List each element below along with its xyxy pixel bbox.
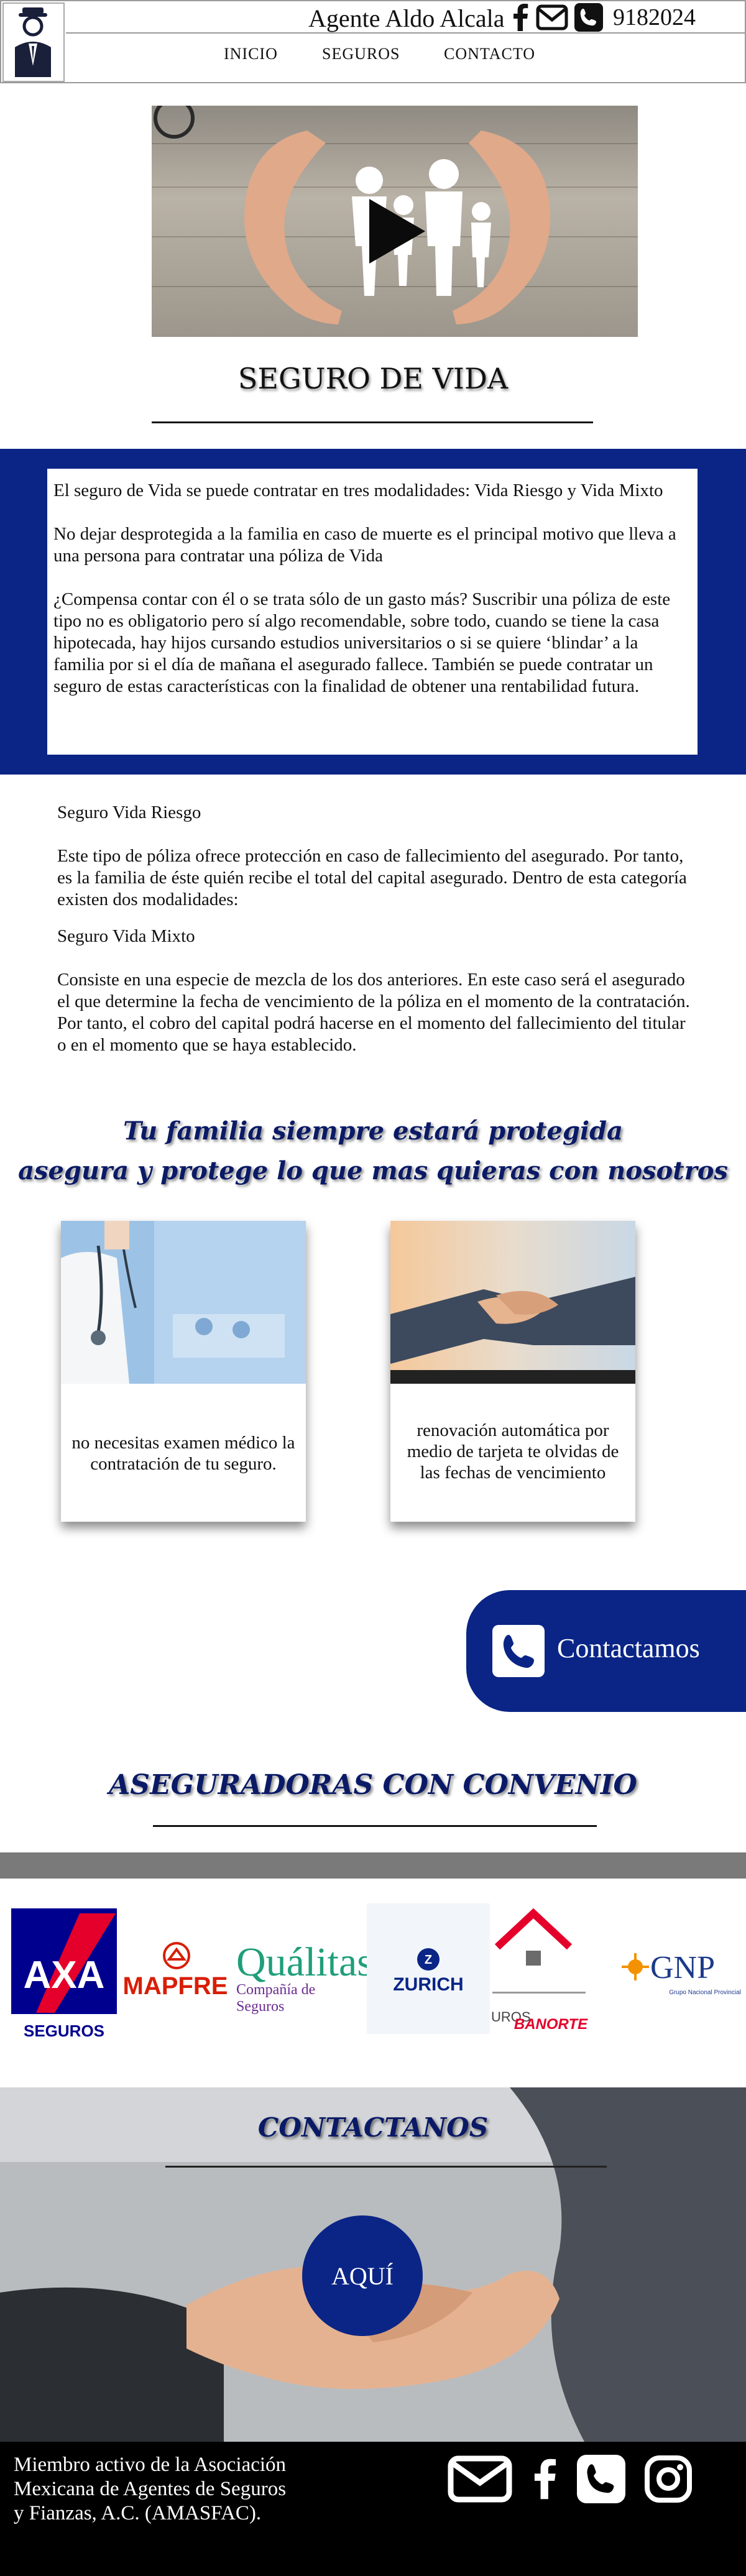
page: Agente Aldo Alcala 9182024 INICIO SEGURO… — [0, 0, 746, 2576]
qualitas-name: Quálitas — [236, 1939, 373, 1985]
svg-text:ZURICH: ZURICH — [393, 1974, 463, 1995]
title-divider — [152, 421, 593, 423]
email-icon[interactable] — [448, 2455, 512, 2503]
feature-card-renewal: renovación automática por medio de tarje… — [390, 1221, 635, 1522]
insurers-divider — [153, 1825, 597, 1827]
svg-text:BANORTE: BANORTE — [514, 2016, 588, 2033]
feature-card-medical: no necesitas examen médico la contrataci… — [61, 1221, 306, 1522]
phone-square-icon — [492, 1625, 545, 1677]
details-section: Seguro Vida Riesgo Este tipo de póliza o… — [57, 802, 698, 1078]
axa-subtitle: SEGUROS — [23, 2022, 105, 2040]
mixto-title: Seguro Vida Mixto — [57, 926, 195, 946]
agent-avatar-icon — [15, 7, 51, 77]
svg-text:MAPFRE: MAPFRE — [123, 1972, 228, 2000]
phone-number: 9182024 — [613, 4, 696, 30]
hero-video[interactable] — [152, 106, 638, 337]
contact-section: CONTACTANOS AQUÍ — [0, 2087, 746, 2442]
svg-text:GNP: GNP — [650, 1950, 715, 1985]
riesgo-text: Este tipo de póliza ofrece protección en… — [57, 846, 687, 909]
handshake-image — [390, 1221, 635, 1384]
aqui-button[interactable]: AQUÍ — [302, 2215, 423, 2336]
insurer-logos: AXA SEGUROS MAPFRE Quálitas Compañía de … — [0, 1879, 746, 2087]
header-contact-icons: 9182024 — [511, 2, 696, 32]
nav-contacto[interactable]: CONTACTO — [444, 45, 535, 63]
slogan-line-1: Tu familia siempre estará protegida — [123, 1116, 623, 1146]
svg-text:Grupo Nacional Provincial: Grupo Nacional Provincial — [669, 1989, 741, 1996]
insurers-title: ASEGURADORAS CON CONVENIO — [109, 1769, 637, 1801]
intro-paragraph-1: El seguro de Vida se puede contratar en … — [53, 481, 663, 500]
qualitas-subtitle: Compañía de Seguros — [236, 1982, 316, 2015]
slogan-line-2: asegura y protege lo que mas quieras con… — [18, 1156, 728, 1185]
instagram-icon[interactable] — [644, 2455, 693, 2503]
riesgo-title: Seguro Vida Riesgo — [57, 803, 201, 822]
qualitas-logo[interactable]: Quálitas Compañía de Seguros — [236, 1939, 373, 2015]
axa-logo[interactable]: AXA SEGUROS — [11, 1908, 117, 2043]
intro-paragraph-3: ¿Compensa contar con él o se trata sólo … — [53, 589, 671, 696]
contact-us-label: Contactamos — [557, 1633, 700, 1663]
agent-logo[interactable] — [2, 2, 65, 82]
footer-text: Miembro activo de la Asociación Mexicana… — [14, 2454, 287, 2524]
site-header: Agente Aldo Alcala 9182024 INICIO SEGURO… — [0, 0, 746, 83]
nav-seguros[interactable]: SEGUROS — [322, 45, 400, 63]
intro-paragraph-2: No dejar desprotegida a la familia en ca… — [53, 524, 676, 566]
intro-section: El seguro de Vida se puede contratar en … — [0, 449, 746, 775]
facebook-icon[interactable] — [531, 2454, 558, 2504]
contact-title: CONTACTANOS — [257, 2112, 489, 2143]
card-text-medical: no necesitas examen médico la contrataci… — [71, 1433, 295, 1474]
mixto-text: Consiste en una especie de mezcla de los… — [57, 970, 690, 1055]
phone-icon[interactable] — [574, 3, 603, 32]
svg-text:AXA: AXA — [24, 1954, 105, 1997]
page-title: SEGURO DE VIDA — [237, 362, 509, 395]
banorte-logo[interactable]: UROS BANORTE — [490, 1903, 620, 2046]
play-icon[interactable] — [369, 199, 425, 264]
nav-inicio[interactable]: INICIO — [224, 45, 278, 63]
agent-name: Agente Aldo Alcala — [308, 4, 505, 32]
contact-divider — [165, 2166, 607, 2168]
site-footer: Miembro activo de la Asociación Mexicana… — [0, 2442, 746, 2576]
footer-icons — [448, 2454, 693, 2504]
svg-text:Z: Z — [425, 1953, 432, 1967]
phone-icon[interactable] — [577, 2455, 625, 2503]
email-icon[interactable] — [536, 4, 568, 31]
contact-us-button[interactable]: Contactamos — [466, 1590, 746, 1712]
zurich-logo[interactable]: Z ZURICH — [367, 1903, 490, 2034]
mapfre-logo[interactable]: MAPFRE — [117, 1941, 235, 2003]
intro-box: El seguro de Vida se puede contratar en … — [47, 469, 698, 755]
gnp-logo[interactable]: GNP Grupo Nacional Provincial — [622, 1934, 744, 2009]
gray-band — [0, 1852, 746, 1879]
doctor-image — [61, 1221, 306, 1384]
facebook-icon[interactable] — [511, 4, 530, 31]
card-text-renewal: renovación automática por medio de tarje… — [407, 1420, 619, 1483]
